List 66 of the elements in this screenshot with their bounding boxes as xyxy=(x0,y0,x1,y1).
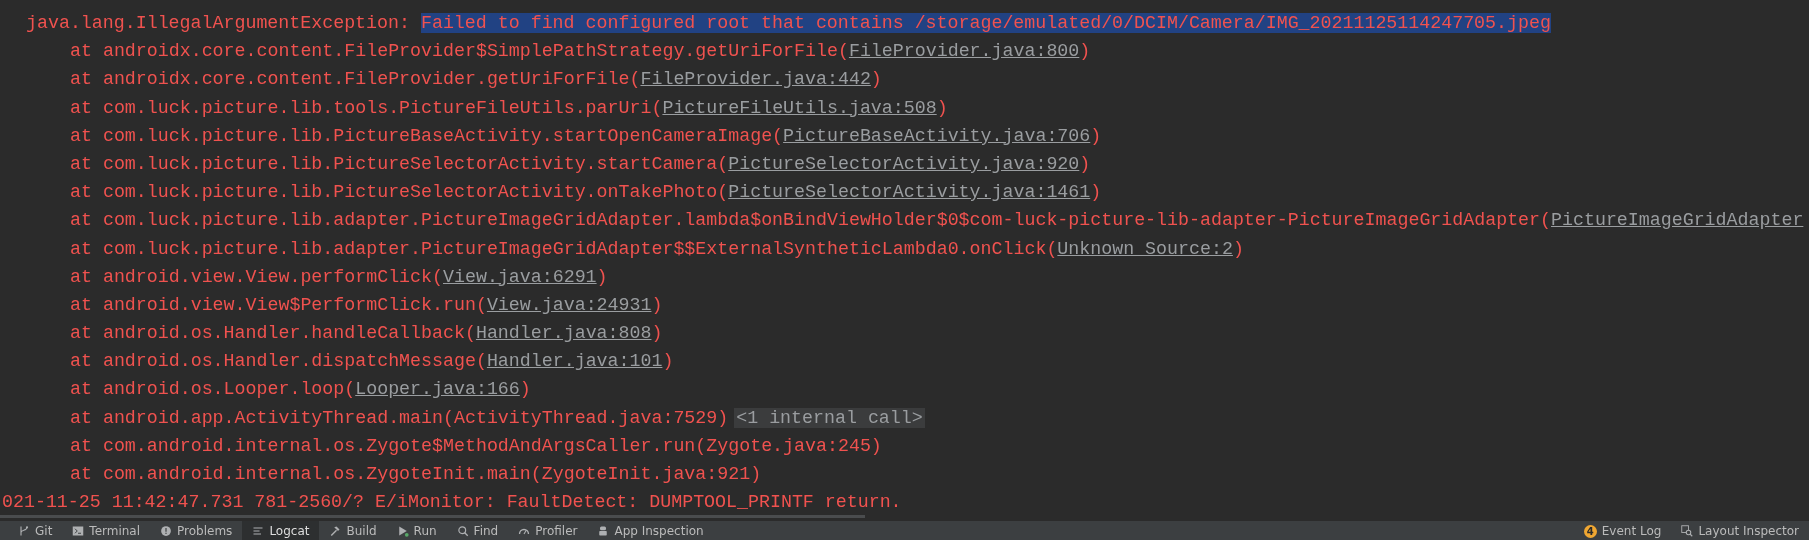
log-text: ) xyxy=(870,69,882,90)
play-icon xyxy=(396,525,409,537)
tool-window-tab[interactable]: Build xyxy=(319,521,387,540)
log-text: java.lang.IllegalArgumentException: xyxy=(26,13,411,33)
log-text: ) xyxy=(662,351,674,372)
tool-window-tab[interactable]: Problems xyxy=(150,521,243,540)
source-link[interactable]: View.java:24931 xyxy=(486,294,652,315)
log-text: ) xyxy=(1090,125,1102,146)
log-text: 021-11-25 11:42:47.731 781-2560/? E/iMonitor: FaultDetect: DUMPTOOL_PRINTF return. xyxy=(2,492,902,513)
folded-frames-label[interactable]: <1 internal call> xyxy=(734,407,925,428)
tool-window-tab[interactable]: Git xyxy=(8,521,63,540)
tool-window-tab[interactable]: Terminal xyxy=(62,521,151,540)
tool-window-tab[interactable]: App Inspection xyxy=(587,521,714,540)
log-text: at androidx.core.content.FileProvider$SimplePathStrategy.getUriForFile( xyxy=(70,41,849,62)
source-link[interactable]: FileProvider.java:800 xyxy=(848,41,1080,62)
log-text: ) xyxy=(1079,153,1091,174)
inspector-icon xyxy=(1681,525,1694,537)
tool-window-tab[interactable]: Profiler xyxy=(508,521,588,540)
log-text: at android.os.Handler.dispatchMessage( xyxy=(70,351,487,372)
log-text: ) xyxy=(651,323,663,344)
log-text: ) xyxy=(1090,182,1102,203)
log-text: at android.os.Looper.loop( xyxy=(70,379,356,400)
scrollbar[interactable] xyxy=(0,515,865,518)
tool-window-tab[interactable]: 4 Event Log xyxy=(1573,521,1672,540)
tool-window-tab[interactable]: Layout Inspector xyxy=(1671,521,1809,540)
log-text: ) xyxy=(1079,41,1091,62)
log-text: ) xyxy=(519,379,531,400)
terminal-icon xyxy=(72,525,85,537)
log-text: at android.view.View$PerformClick.run( xyxy=(70,294,487,315)
tool-window-tab[interactable]: Find xyxy=(446,521,509,540)
log-text: ) xyxy=(1232,238,1244,259)
log-text: at com.android.internal.os.Zygote$MethodAndArgsCaller.run(Zygote.java:245) xyxy=(70,435,882,456)
source-link[interactable]: PictureImageGridAdapter xyxy=(1551,210,1804,231)
source-link[interactable]: FileProvider.java:442 xyxy=(640,69,871,90)
log-text: at android.view.View.performClick( xyxy=(70,266,443,287)
tool-window-tab[interactable]: Logcat xyxy=(242,521,320,540)
source-link[interactable]: Handler.java:101 xyxy=(486,351,663,372)
count-badge: 4 xyxy=(1583,524,1597,538)
search-icon xyxy=(456,525,469,537)
log-text: at com.luck.picture.lib.adapter.PictureImageGridAdapter$$ExternalSyntheticLambda0.onClick( xyxy=(70,238,1058,259)
tool-window-tab[interactable]: Run xyxy=(386,521,447,540)
log-text: ) xyxy=(651,294,663,315)
log-text: at com.luck.picture.lib.tools.PictureFileUtils.parUri( xyxy=(70,97,663,118)
log-text: at com.luck.picture.lib.PictureSelectorActivity.startCamera( xyxy=(70,153,729,174)
source-link[interactable]: PictureSelectorActivity.java:920 xyxy=(728,153,1080,174)
hammer-icon xyxy=(329,525,342,537)
log-text: at com.android.internal.os.ZygoteInit.main(ZygoteInit.java:921) xyxy=(70,464,762,484)
selected-text: Failed to find configured root that contains /storage/emulated/0/DCIM/Camera/IMG_20211125114247705.jpeg xyxy=(420,13,1551,33)
lines-icon xyxy=(252,525,265,537)
source-link[interactable]: Handler.java:808 xyxy=(475,323,652,344)
log-text: at androidx.core.content.FileProvider.getUriForFile( xyxy=(70,69,641,90)
log-text: at android.os.Handler.handleCallback( xyxy=(70,323,476,344)
source-link[interactable]: Looper.java:166 xyxy=(355,379,520,400)
source-link[interactable]: PictureSelectorActivity.java:1461 xyxy=(728,182,1091,203)
source-link[interactable]: PictureFileUtils.java:508 xyxy=(662,97,937,118)
branch-icon xyxy=(18,525,30,537)
log-text: at android.app.ActivityThread.main(ActivityThread.java:7529) xyxy=(70,407,729,428)
log-text: ) xyxy=(936,97,948,118)
log-text: at com.luck.picture.lib.PictureBaseActivity.startOpenCameraImage( xyxy=(70,125,784,146)
log-text: at com.luck.picture.lib.adapter.PictureImageGridAdapter.lambda$onBindViewHolder$0$com-luck-picture-lib-adapter-PictureImageGridAdapter( xyxy=(70,210,1552,231)
source-link[interactable]: PictureBaseActivity.java:706 xyxy=(783,125,1091,146)
log-text: at com.luck.picture.lib.PictureSelectorActivity.onTakePhoto( xyxy=(70,182,729,203)
log-text: ) xyxy=(596,266,608,287)
alert-icon xyxy=(160,525,173,537)
source-link[interactable]: Unknown Source:2 xyxy=(1057,238,1233,259)
source-link[interactable]: View.java:6291 xyxy=(443,266,597,287)
